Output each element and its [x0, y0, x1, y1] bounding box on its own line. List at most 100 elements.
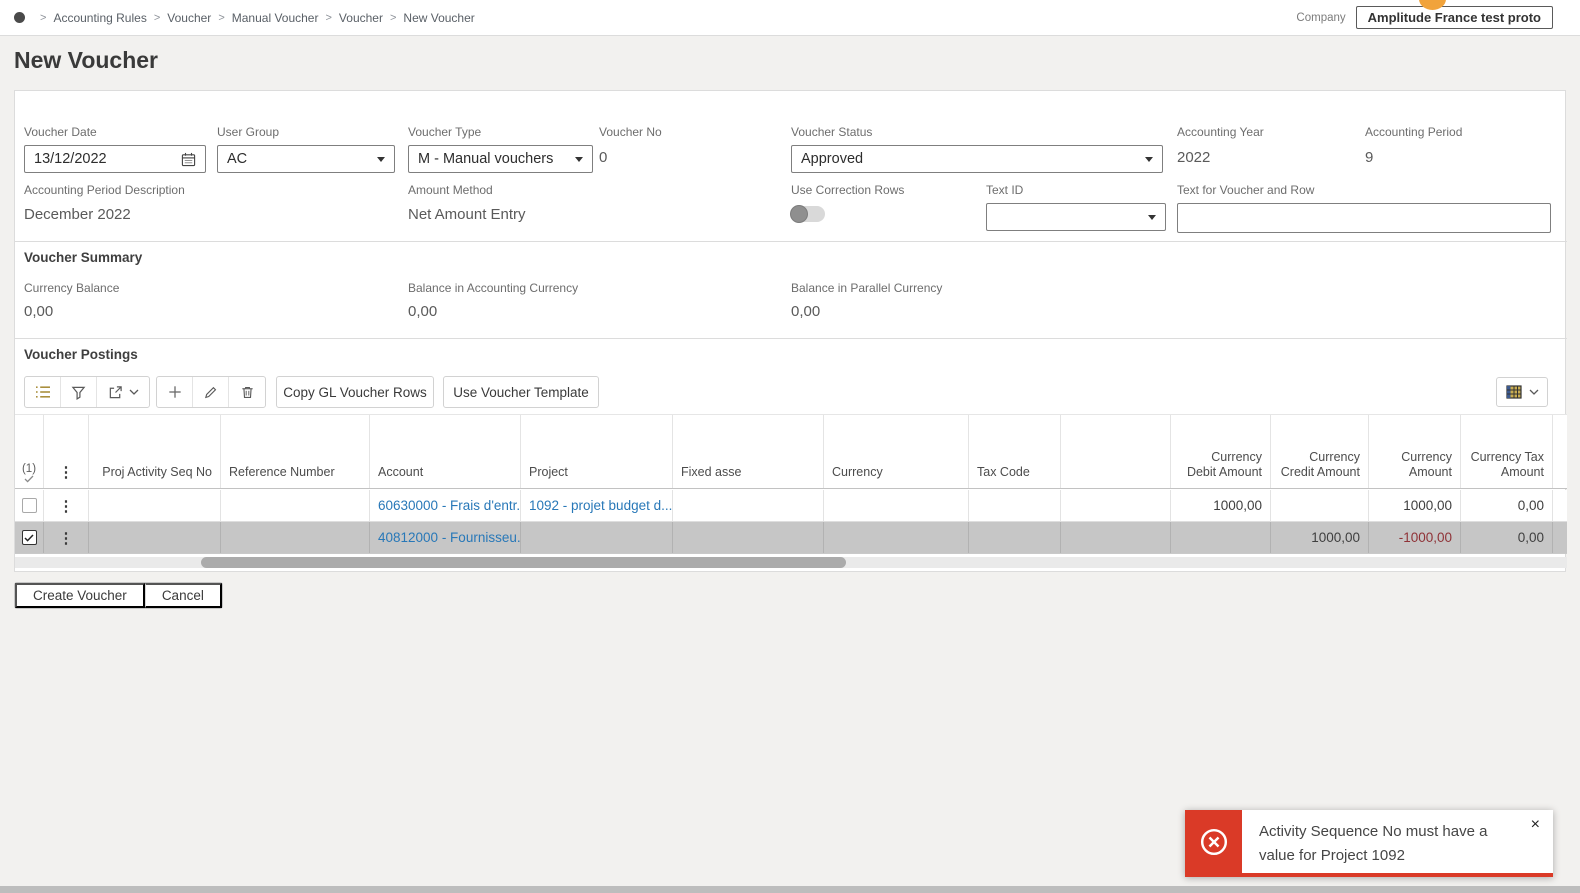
- cell-currency-amount: 1000,00: [1369, 490, 1461, 521]
- cell-account-link[interactable]: 60630000 - Frais d'entr...: [370, 490, 521, 521]
- voucher-date-label: Voucher Date: [24, 125, 97, 139]
- cell-currency: [824, 490, 969, 521]
- row-menu-button[interactable]: ⋮: [44, 522, 89, 553]
- row-checkbox-checked[interactable]: [21, 530, 37, 545]
- table-horizontal-scrollbar[interactable]: [15, 557, 1567, 568]
- list-view-button[interactable]: [25, 377, 61, 407]
- company-label: Company: [1296, 11, 1346, 24]
- field-balance-parallel-currency: Balance in Parallel Currency 0,00: [791, 281, 942, 320]
- app-menu-dot-icon[interactable]: [14, 12, 25, 23]
- voucher-status-value: Approved: [801, 151, 864, 167]
- voucher-type-select[interactable]: M - Manual vouchers: [408, 145, 593, 173]
- breadcrumb-separator: >: [153, 11, 161, 24]
- error-circle-x-icon: [1200, 828, 1227, 855]
- cell-currency-tax-amount: 0,00: [1461, 522, 1553, 553]
- col-reference-number[interactable]: Reference Number: [221, 415, 370, 488]
- field-voucher-no: Voucher No 0: [599, 125, 662, 166]
- amount-method-value: Net Amount Entry: [408, 206, 526, 223]
- balance-accounting-currency-value: 0,00: [408, 303, 438, 320]
- col-project[interactable]: Project: [521, 415, 673, 488]
- cell-project-link[interactable]: 1092 - projet budget d...: [521, 490, 673, 521]
- col-currency-amount[interactable]: Currency Amount: [1369, 415, 1461, 488]
- breadcrumb-item-voucher-2[interactable]: Voucher: [339, 11, 383, 25]
- error-icon-panel: [1185, 810, 1242, 873]
- accounting-period-label: Accounting Period: [1365, 125, 1463, 139]
- breadcrumb-item-voucher[interactable]: Voucher: [167, 11, 211, 25]
- use-correction-rows-toggle[interactable]: [790, 205, 825, 223]
- field-voucher-type: Voucher Type M - Manual vouchers: [408, 125, 593, 173]
- row-select-cell[interactable]: [15, 522, 44, 553]
- table-row-selected[interactable]: ⋮ 40812000 - Fournisseu... 1000,00 -1000…: [15, 522, 1567, 554]
- cell-empty: [1061, 522, 1171, 553]
- check-icon: [24, 533, 34, 542]
- text-id-select[interactable]: [986, 203, 1166, 231]
- breadcrumb-item-manual-voucher[interactable]: Manual Voucher: [232, 11, 319, 25]
- grid-view-button[interactable]: [1497, 378, 1547, 406]
- row-checkbox[interactable]: [21, 498, 37, 513]
- cell-currency-tax-amount: 0,00: [1461, 490, 1553, 521]
- col-empty: [1061, 415, 1171, 488]
- cell-account-link[interactable]: 40812000 - Fournisseu...: [370, 522, 521, 553]
- selection-count: (1): [21, 463, 37, 475]
- trash-icon: [241, 386, 253, 398]
- col-filler: [1553, 415, 1569, 488]
- col-currency-debit-amount[interactable]: Currency Debit Amount: [1171, 415, 1271, 488]
- col-account[interactable]: Account: [370, 415, 521, 488]
- scrollbar-thumb[interactable]: [201, 557, 846, 568]
- filter-button[interactable]: [61, 377, 97, 407]
- row-select-cell[interactable]: [15, 490, 44, 521]
- col-currency[interactable]: Currency: [824, 415, 969, 488]
- copy-gl-voucher-rows-button[interactable]: Copy GL Voucher Rows: [276, 376, 434, 408]
- breadcrumb-item-accounting-rules[interactable]: Accounting Rules: [53, 11, 146, 25]
- select-all-header[interactable]: (1): [15, 415, 44, 488]
- field-user-group: User Group AC: [217, 125, 395, 173]
- user-group-select[interactable]: AC: [217, 145, 395, 173]
- error-toast: Activity Sequence No must have a value f…: [1185, 810, 1553, 877]
- chevron-down-icon: [1148, 214, 1156, 220]
- cancel-button[interactable]: Cancel: [144, 583, 222, 608]
- cell-proj-activity-seq-no: [89, 490, 221, 521]
- calendar-icon[interactable]: [181, 152, 196, 167]
- balance-parallel-currency-label: Balance in Parallel Currency: [791, 281, 943, 295]
- col-tax-code[interactable]: Tax Code: [969, 415, 1061, 488]
- voucher-type-label: Voucher Type: [408, 125, 482, 139]
- col-currency-credit-amount[interactable]: Currency Credit Amount: [1271, 415, 1369, 488]
- edit-row-button[interactable]: [193, 377, 229, 407]
- amount-method-label: Amount Method: [408, 183, 493, 197]
- field-amount-method: Amount Method Net Amount Entry: [408, 183, 526, 223]
- use-voucher-template-button[interactable]: Use Voucher Template: [443, 376, 599, 408]
- cell-proj-activity-seq-no: [89, 522, 221, 553]
- export-button[interactable]: [97, 377, 149, 407]
- col-proj-activity-seq-no[interactable]: Proj Activity Seq No: [89, 415, 221, 488]
- add-row-button[interactable]: [157, 377, 193, 407]
- chevron-down-icon: [129, 389, 138, 395]
- company-selector-button[interactable]: Amplitude France test proto: [1355, 6, 1553, 29]
- create-voucher-button[interactable]: Create Voucher: [15, 583, 145, 608]
- text-for-voucher-and-row-label: Text for Voucher and Row: [1177, 183, 1315, 197]
- section-divider: [15, 241, 1567, 242]
- voucher-no-label: Voucher No: [599, 125, 662, 139]
- breadcrumb: > Accounting Rules > Voucher > Manual Vo…: [33, 11, 475, 25]
- cell-currency-debit-amount: [1171, 522, 1271, 553]
- cell-project: [521, 522, 673, 553]
- delete-row-button[interactable]: [229, 377, 265, 407]
- col-currency-tax-amount[interactable]: Currency Tax Amount: [1461, 415, 1553, 488]
- voucher-date-input[interactable]: [24, 145, 206, 173]
- cell-tax-code: [969, 490, 1061, 521]
- voucher-status-label: Voucher Status: [791, 125, 873, 139]
- section-divider: [15, 338, 1567, 339]
- breadcrumb-separator: >: [325, 11, 332, 24]
- voucher-date-value[interactable]: [34, 151, 181, 167]
- app-window: > Accounting Rules > Voucher > Manual Vo…: [0, 0, 1580, 893]
- table-row[interactable]: ⋮ 60630000 - Frais d'entr... 1092 - proj…: [15, 490, 1567, 522]
- close-icon[interactable]: ×: [1531, 817, 1540, 833]
- topbar-right: Company Amplitude France test proto: [1296, 6, 1553, 29]
- user-group-value: AC: [227, 151, 248, 167]
- chevron-down-icon: [377, 156, 385, 162]
- text-for-voucher-and-row-value[interactable]: [1187, 210, 1541, 226]
- col-fixed-asset[interactable]: Fixed asse: [673, 415, 824, 488]
- voucher-status-select[interactable]: Approved: [791, 145, 1163, 173]
- toggle-knob: [790, 205, 808, 223]
- row-menu-button[interactable]: ⋮: [44, 490, 89, 521]
- text-for-voucher-and-row-input[interactable]: [1177, 203, 1551, 233]
